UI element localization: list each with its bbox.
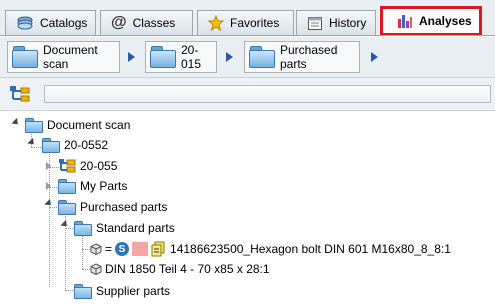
tree-node-label: My Parts xyxy=(80,179,128,193)
folder-icon xyxy=(150,46,176,68)
tree-node-hexagon-bolt[interactable]: = S 14186623500_Hexagon bolt DIN 601 M16… xyxy=(90,239,451,259)
tree-line xyxy=(82,249,90,250)
bar-chart-icon xyxy=(398,15,412,28)
history-icon xyxy=(308,17,322,30)
folder-open-icon xyxy=(74,221,92,236)
tree-node-my-parts[interactable]: My Parts xyxy=(58,176,127,196)
tree-node-label: 14186623500_Hexagon bolt DIN 601 M16x80_… xyxy=(170,242,451,256)
tab-label: Favorites xyxy=(230,16,280,30)
project-icon xyxy=(59,159,76,173)
breadcrumb-label: Document scan xyxy=(43,43,98,71)
tree-node-label: DIN 1850 Teil 4 - 70 x85 x 28:1 xyxy=(105,262,270,276)
breadcrumb-label: 20-015 xyxy=(181,43,202,71)
tree-line xyxy=(82,269,90,270)
tab-bar: Catalogs @ Classes Favorites History Ana… xyxy=(0,0,495,36)
folder-icon xyxy=(58,179,76,194)
tab-history[interactable]: History xyxy=(296,10,376,35)
tree-node-label: 20-055 xyxy=(80,159,118,173)
catalogs-icon xyxy=(17,16,33,30)
tree-node-din-1850[interactable]: DIN 1850 Teil 4 - 70 x85 x 28:1 xyxy=(90,259,270,279)
tab-favorites[interactable]: Favorites xyxy=(197,10,294,35)
tab-label: Catalogs xyxy=(40,16,88,30)
collapse-icon[interactable] xyxy=(27,137,37,148)
tab-classes[interactable]: @ Classes xyxy=(100,10,193,35)
tree-node-label: 20-0552 xyxy=(64,138,109,152)
folder-open-icon xyxy=(58,200,76,215)
folder-open-icon xyxy=(74,284,92,299)
folder-icon xyxy=(249,46,275,68)
tab-label: History xyxy=(329,16,367,30)
document-copy-icon xyxy=(151,241,165,257)
expand-icon[interactable] xyxy=(46,162,51,170)
equals-marker: = xyxy=(105,242,113,256)
breadcrumb-item-20-015[interactable]: 20-015 xyxy=(145,41,217,73)
breadcrumb-arrow-icon[interactable] xyxy=(371,52,378,62)
tree-view: Document scan 20-0552 20-055 My Parts Pu… xyxy=(0,111,495,307)
tree-line xyxy=(49,151,50,287)
tree-node-20-0552[interactable]: 20-0552 xyxy=(42,135,108,155)
tree-node-document-scan[interactable]: Document scan xyxy=(25,115,130,135)
path-field[interactable] xyxy=(44,85,491,103)
tree-node-standard-parts[interactable]: Standard parts xyxy=(74,218,175,238)
tab-analyses[interactable]: Analyses xyxy=(380,6,482,36)
toolbar xyxy=(0,78,495,111)
breadcrumb-item-document-scan[interactable]: Document scan xyxy=(7,41,120,73)
standard-s-icon: S xyxy=(115,242,130,256)
folder-open-icon xyxy=(42,138,60,153)
breadcrumb-item-purchased-parts[interactable]: Purchased parts xyxy=(244,41,360,73)
status-color-icon xyxy=(132,242,149,256)
breadcrumb: Document scan 20-015 Purchased parts xyxy=(0,37,495,78)
tree-node-label: Purchased parts xyxy=(80,200,168,214)
tree-node-supplier-parts[interactable]: Supplier parts xyxy=(74,281,170,301)
tree-node-purchased-parts[interactable]: Purchased parts xyxy=(58,197,167,217)
project-tree-icon[interactable] xyxy=(9,85,31,103)
tab-divider xyxy=(0,35,495,36)
tab-catalogs[interactable]: Catalogs xyxy=(5,10,96,35)
part-cube-icon xyxy=(90,243,102,255)
folder-open-icon xyxy=(25,118,43,133)
breadcrumb-label: Purchased parts xyxy=(280,43,338,71)
collapse-icon[interactable] xyxy=(11,117,21,128)
tree-node-label: Standard parts xyxy=(96,221,175,235)
tree-node-label: Document scan xyxy=(47,118,131,132)
at-icon: @ xyxy=(111,14,127,31)
breadcrumb-arrow-icon[interactable] xyxy=(128,52,135,62)
tab-label: Classes xyxy=(132,16,176,30)
folder-icon xyxy=(12,46,38,68)
tree-node-20-055[interactable]: 20-055 xyxy=(58,156,117,176)
part-cube-icon xyxy=(90,263,102,275)
tree-line xyxy=(82,233,83,269)
tree-node-label: Supplier parts xyxy=(96,284,171,298)
expand-icon[interactable] xyxy=(46,182,51,190)
breadcrumb-arrow-icon[interactable] xyxy=(226,52,233,62)
tab-label: Analyses xyxy=(419,14,472,28)
star-icon xyxy=(208,15,224,31)
